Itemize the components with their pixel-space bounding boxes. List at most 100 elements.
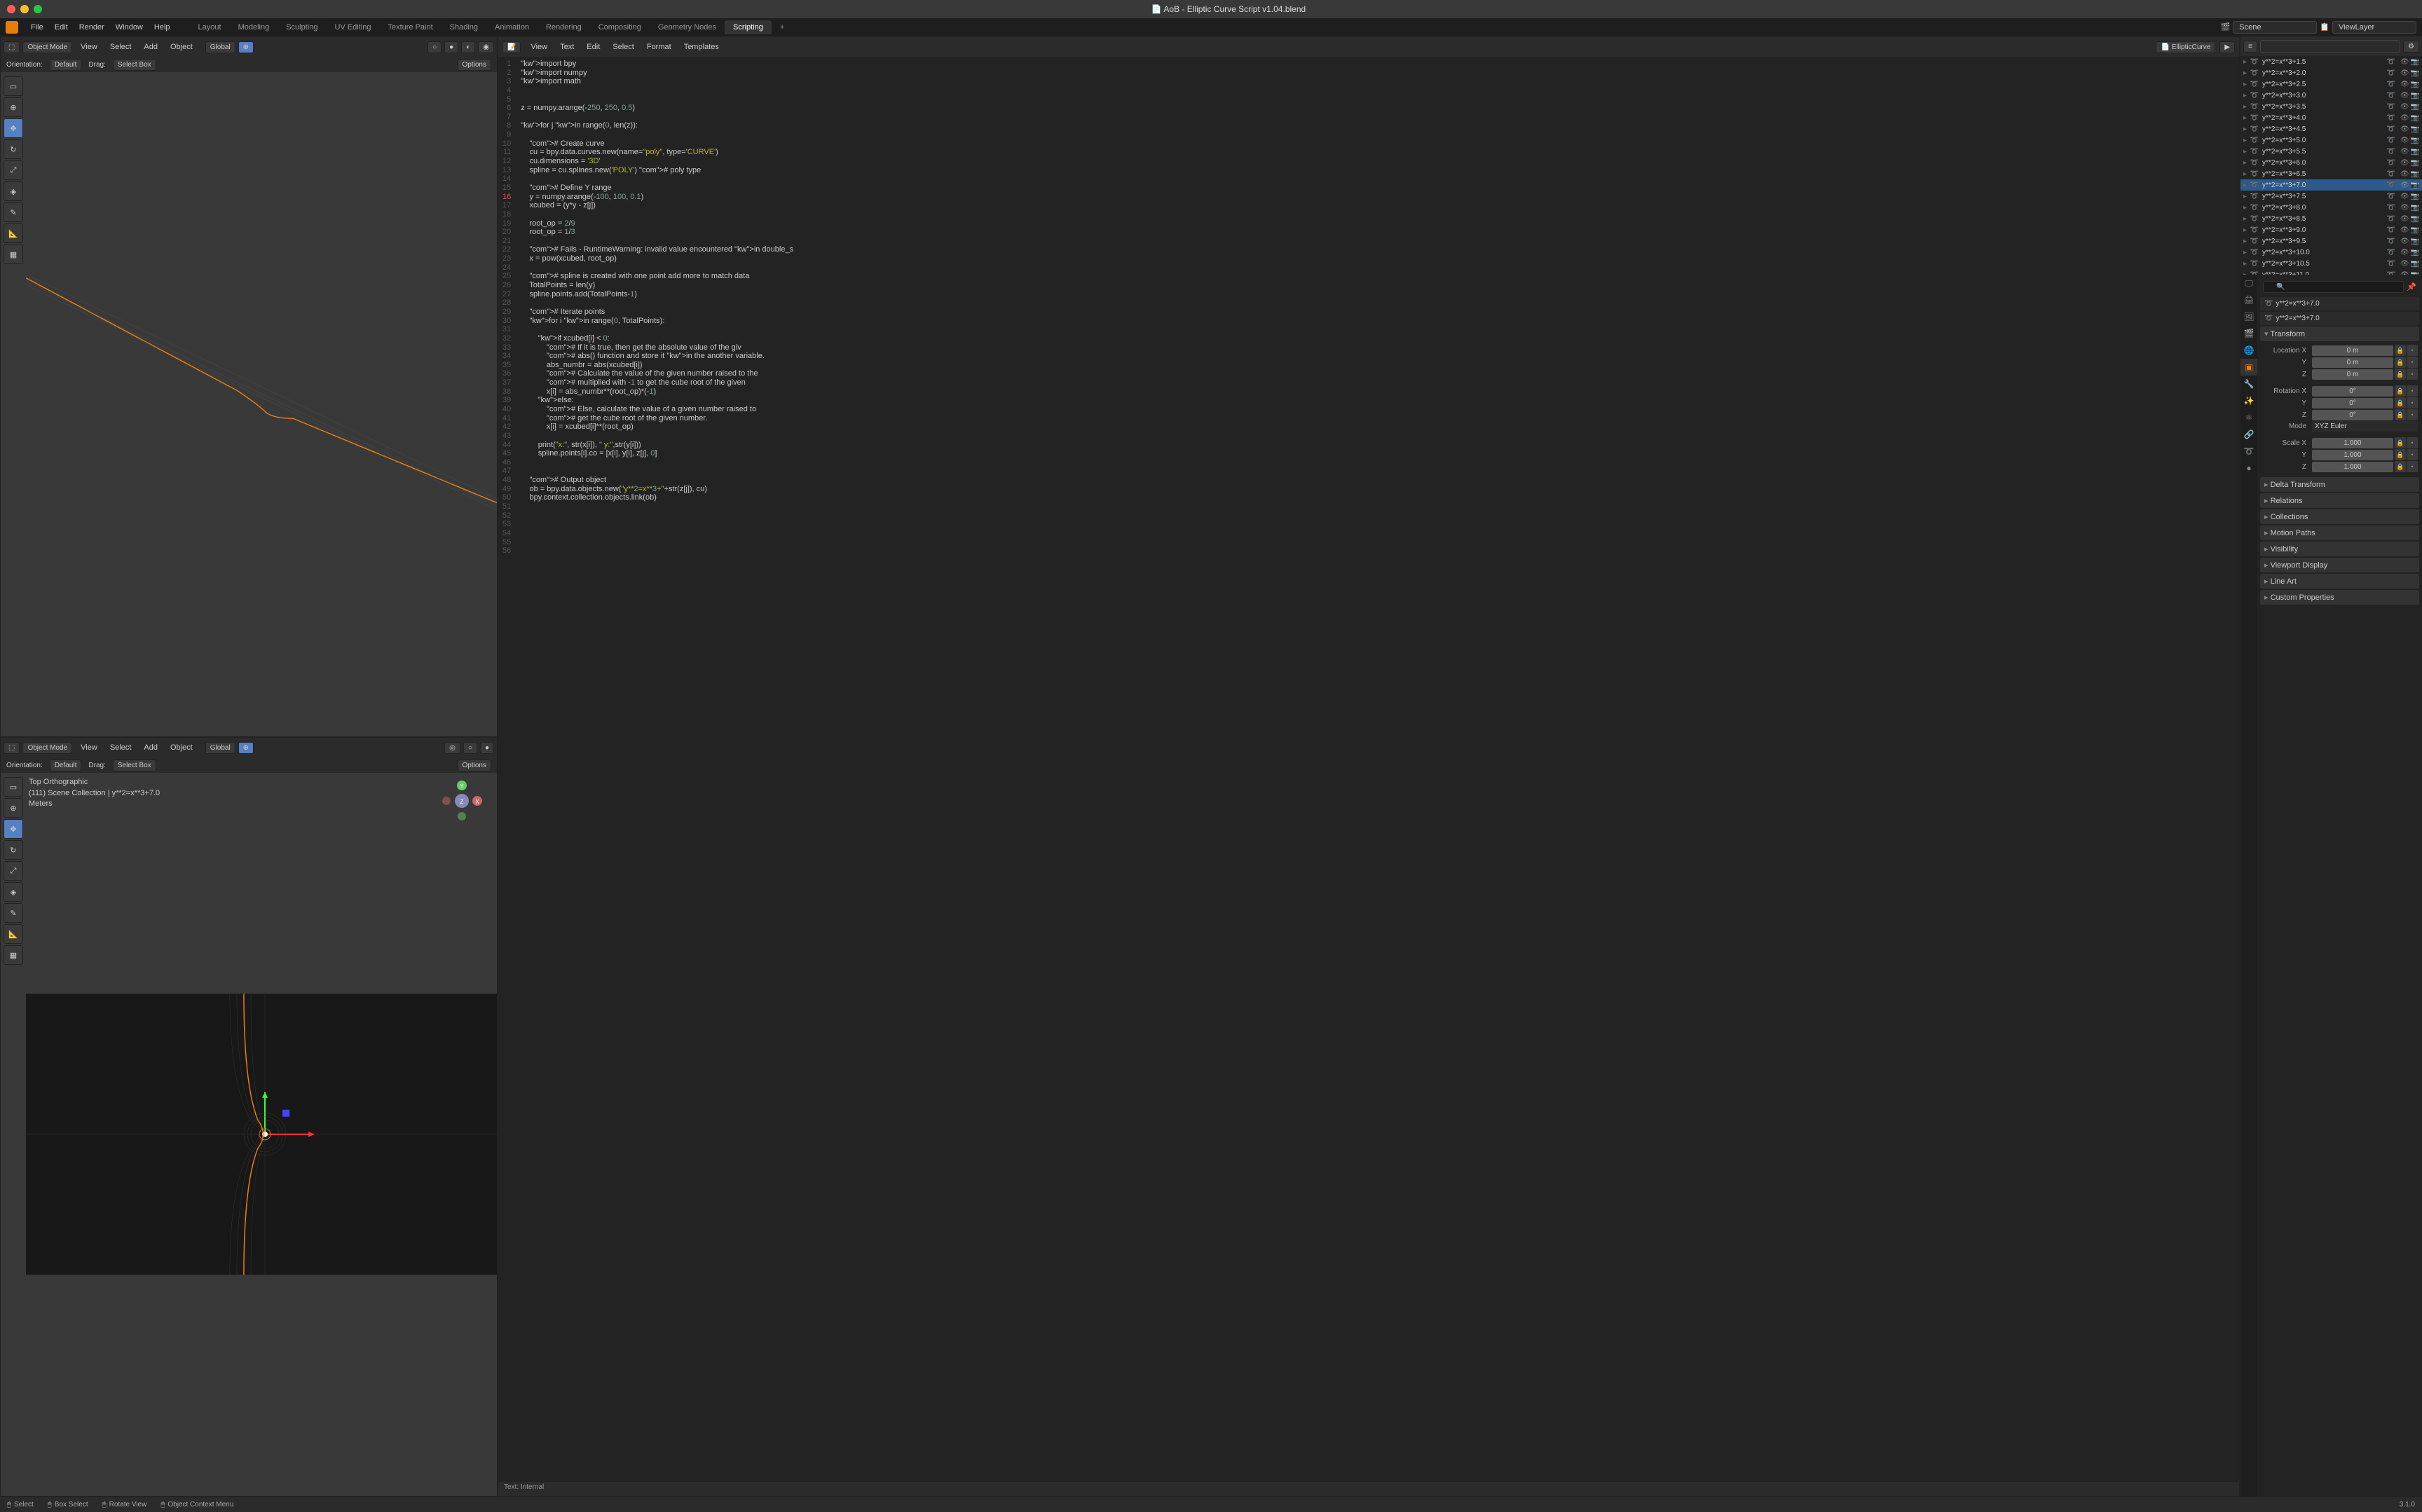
panel-relations[interactable]: Relations (2260, 493, 2419, 508)
camera-icon[interactable]: 📷 (2411, 193, 2419, 200)
drag-select[interactable]: Select Box (113, 760, 156, 771)
shading-material[interactable]: ◐ (461, 41, 475, 53)
add-workspace[interactable]: + (772, 20, 793, 34)
run-script[interactable]: ▶ (2219, 41, 2235, 53)
options-dropdown[interactable]: Options (458, 760, 491, 771)
ptab-particles[interactable]: ✨ (2240, 392, 2257, 409)
vp-menu-add[interactable]: Add (138, 741, 163, 755)
outliner-type[interactable]: ≡ (2243, 41, 2257, 53)
tab-geometry-nodes[interactable]: Geometry Nodes (650, 20, 725, 34)
tool-rotate[interactable]: ↻ (4, 139, 23, 159)
tool-move[interactable]: ✥ (4, 118, 23, 138)
outliner-item[interactable]: ▸➰y**2=x**3+10.5➰ 👁📷 (2240, 258, 2422, 269)
camera-icon[interactable]: 📷 (2411, 204, 2419, 212)
ptab-object[interactable]: ▣ (2240, 359, 2257, 376)
vp-menu-add[interactable]: Add (138, 40, 163, 54)
panel-viewport-display[interactable]: Viewport Display (2260, 558, 2419, 572)
outliner-item[interactable]: ▸➰y**2=x**3+4.5➰ 👁📷 (2240, 123, 2422, 135)
ptab-data[interactable]: ➰ (2240, 443, 2257, 460)
menu-file[interactable]: File (25, 20, 49, 34)
tab-compositing[interactable]: Compositing (590, 20, 650, 34)
menu-render[interactable]: Render (74, 20, 110, 34)
tab-sculpting[interactable]: Sculpting (278, 20, 326, 34)
tool-select-box[interactable]: ▭ (4, 777, 23, 797)
tool-scale[interactable]: ⤢ (4, 861, 23, 881)
camera-icon[interactable]: 📷 (2411, 114, 2419, 122)
outliner-item[interactable]: ▸➰y**2=x**3+9.0➰ 👁📷 (2240, 224, 2422, 235)
drag-select[interactable]: Select Box (113, 59, 156, 71)
eye-icon[interactable]: 👁 (2400, 148, 2409, 156)
eye-icon[interactable]: 👁 (2400, 170, 2409, 178)
menu-edit[interactable]: Edit (49, 20, 74, 34)
outliner-item[interactable]: ▸➰y**2=x**3+6.5➰ 👁📷 (2240, 168, 2422, 179)
scale-x[interactable]: 1.000 (2312, 438, 2393, 448)
loc-y[interactable]: 0 m (2312, 357, 2393, 368)
camera-icon[interactable]: 📷 (2411, 260, 2419, 268)
panel-line-art[interactable]: Line Art (2260, 574, 2419, 589)
ptab-physics[interactable]: ⚛ (2240, 409, 2257, 426)
orient-select[interactable]: Global (205, 41, 235, 53)
scale-y[interactable]: 1.000 (2312, 450, 2393, 460)
text-menu-select[interactable]: Select (607, 40, 640, 54)
tool-move[interactable]: ✥ (4, 819, 23, 839)
rot-z[interactable]: 0° (2312, 410, 2393, 420)
outliner-item[interactable]: ▸➰y**2=x**3+7.5➰ 👁📷 (2240, 191, 2422, 202)
menu-help[interactable]: Help (149, 20, 176, 34)
outliner-item[interactable]: ▸➰y**2=x**3+8.5➰ 👁📷 (2240, 213, 2422, 224)
object-crumb[interactable]: y**2=x**3+7.0 (2276, 300, 2319, 308)
outliner-item[interactable]: ▸➰y**2=x**3+8.0➰ 👁📷 (2240, 202, 2422, 213)
camera-icon[interactable]: 📷 (2411, 81, 2419, 88)
ptab-world[interactable]: 🌐 (2240, 342, 2257, 359)
outliner-filter[interactable]: ⚙ (2403, 41, 2419, 53)
tool-select-box[interactable]: ▭ (4, 76, 23, 96)
vp-menu-object[interactable]: Object (165, 40, 198, 54)
outliner-item[interactable]: ▸➰y**2=x**3+6.0➰ 👁📷 (2240, 157, 2422, 168)
ptab-viewlayer[interactable]: 🖼 (2240, 308, 2257, 325)
outliner-item[interactable]: ▸➰y**2=x**3+3.5➰ 👁📷 (2240, 101, 2422, 112)
rot-x[interactable]: 0° (2312, 386, 2393, 397)
camera-icon[interactable]: 📷 (2411, 69, 2419, 77)
pin-icon[interactable]: 📌 (2407, 282, 2416, 291)
camera-icon[interactable]: 📷 (2411, 226, 2419, 234)
snap-toggle[interactable]: ⊕ (238, 41, 254, 53)
text-menu-edit[interactable]: Edit (581, 40, 606, 54)
maximize-window[interactable] (34, 5, 42, 13)
close-window[interactable] (7, 5, 15, 13)
options-dropdown[interactable]: Options (458, 59, 491, 71)
panel-visibility[interactable]: Visibility (2260, 542, 2419, 556)
tab-rendering[interactable]: Rendering (538, 20, 590, 34)
eye-icon[interactable]: 👁 (2400, 215, 2409, 223)
outliner-item[interactable]: ▸➰y**2=x**3+7.0➰ 👁📷 (2240, 179, 2422, 191)
tab-shading[interactable]: Shading (442, 20, 486, 34)
camera-icon[interactable]: 📷 (2411, 125, 2419, 133)
tool-annotate[interactable]: ✎ (4, 903, 23, 923)
tool-measure[interactable]: 📐 (4, 924, 23, 944)
panel-transform[interactable]: Transform (2260, 327, 2419, 341)
eye-icon[interactable]: 👁 (2400, 226, 2409, 234)
tab-modeling[interactable]: Modeling (230, 20, 278, 34)
text-menu-text[interactable]: Text (554, 40, 580, 54)
camera-icon[interactable]: 📷 (2411, 58, 2419, 66)
shading-wireframe[interactable]: ○ (427, 41, 442, 53)
tab-uv-editing[interactable]: UV Editing (326, 20, 379, 34)
camera-icon[interactable]: 📷 (2411, 159, 2419, 167)
orientation-default[interactable]: Default (50, 59, 82, 71)
vp-menu-select[interactable]: Select (104, 741, 137, 755)
camera-icon[interactable]: 📷 (2411, 92, 2419, 99)
mode-select[interactable]: Object Mode (22, 41, 72, 53)
outliner-item[interactable]: ▸➰y**2=x**3+1.5➰ 👁📷 (2240, 56, 2422, 67)
ptab-constraints[interactable]: 🔗 (2240, 426, 2257, 443)
outliner-item[interactable]: ▸➰y**2=x**3+10.0➰ 👁📷 (2240, 247, 2422, 258)
text-menu-view[interactable]: View (525, 40, 553, 54)
tool-rotate[interactable]: ↻ (4, 840, 23, 860)
shading-solid[interactable]: ● (480, 742, 494, 754)
camera-icon[interactable]: 📷 (2411, 249, 2419, 256)
camera-icon[interactable]: 📷 (2411, 215, 2419, 223)
camera-icon[interactable]: 📷 (2411, 137, 2419, 144)
tool-add[interactable]: ▦ (4, 945, 23, 965)
outliner-item[interactable]: ▸➰y**2=x**3+2.0➰ 👁📷 (2240, 67, 2422, 78)
tool-transform[interactable]: ◈ (4, 181, 23, 201)
outliner-item[interactable]: ▸➰y**2=x**3+2.5➰ 👁📷 (2240, 78, 2422, 90)
ptab-output[interactable]: 🖨 (2240, 291, 2257, 308)
text-datablock[interactable]: 📄 EllipticCurve (2156, 41, 2215, 53)
